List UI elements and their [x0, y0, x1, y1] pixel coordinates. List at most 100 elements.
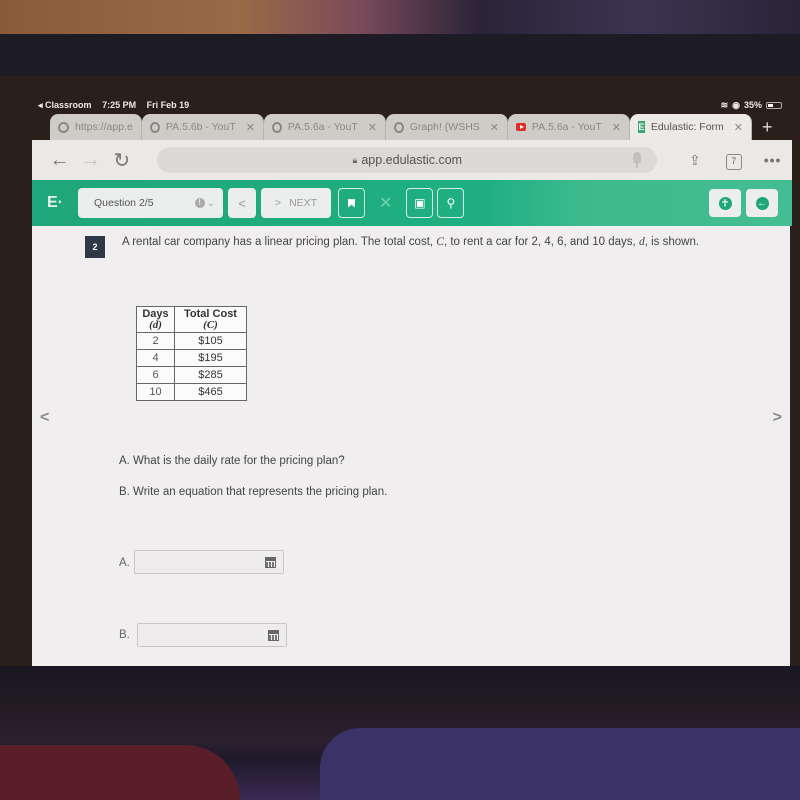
battery-percent: 35%	[743, 100, 762, 110]
tab-count-badge: 7	[725, 153, 742, 170]
assessment-header: E· Question 2/5 ! ⌄ < > NEXT ✕ ▣ ⚲ ☥ ←	[32, 180, 792, 226]
cost-cell: $465	[174, 383, 247, 401]
close-tab-icon[interactable]: ✕	[368, 121, 377, 134]
more-menu-icon[interactable]: •••	[753, 152, 792, 168]
globe-icon	[272, 121, 282, 133]
chevron-right-icon: >	[274, 197, 282, 209]
question-content-area: < > 2 A rental car company has a linear …	[32, 226, 790, 666]
status-time: 7:25 PM	[102, 99, 137, 110]
accessibility-icon: ☥	[718, 196, 732, 210]
next-page-arrow-icon[interactable]: >	[773, 409, 782, 427]
info-icon: !	[194, 198, 205, 208]
globe-icon	[394, 121, 404, 133]
browser-tab[interactable]: PA.5.6a - YouT ✕	[508, 114, 630, 140]
wifi-icon: ≋	[720, 99, 729, 110]
reload-icon[interactable]: ↻	[106, 148, 137, 173]
chevron-down-icon: ⌄	[206, 197, 215, 209]
forward-arrow-icon[interactable]: →	[75, 149, 106, 172]
device-bezel-top	[0, 34, 800, 78]
column-header-total-cost: Total Cost (C)	[174, 306, 247, 333]
browser-tab-active[interactable]: E Edulastic: Form ✕	[630, 114, 752, 140]
browser-tab[interactable]: PA.5.6b - YouT ✕	[142, 114, 264, 140]
back-to-app-link[interactable]: ◂ Classroom	[38, 100, 92, 110]
part-b-prompt: B. Write an equation that represents the…	[119, 486, 388, 498]
question-stem: A rental car company has a linear pricin…	[122, 236, 700, 248]
cost-cell: $105	[174, 332, 247, 350]
browser-tab[interactable]: PA.5.6a - YouT ✕	[264, 114, 386, 140]
magnifier-button[interactable]: ⚲	[437, 188, 465, 218]
tab-title: https://app.e	[75, 121, 133, 133]
new-tab-button[interactable]: +	[752, 114, 783, 140]
tab-title: Edulastic: Form	[650, 121, 724, 133]
ios-status-bar: ◂ Classroom 7:25 PM Fri Feb 19 ≋ ◉ 35%	[30, 96, 790, 114]
close-tab-icon[interactable]: ✕	[734, 121, 743, 134]
microphone-icon[interactable]	[633, 152, 642, 168]
answer-a-label: A.	[119, 557, 130, 569]
share-icon[interactable]: ⇪	[675, 152, 714, 169]
browser-tab[interactable]: https://app.e	[50, 114, 142, 140]
edulastic-logo: E·	[47, 194, 63, 211]
bookmark-button[interactable]	[338, 188, 365, 218]
tab-title: Graph! (WSHS	[409, 121, 480, 133]
exit-arrow-icon: ←	[755, 196, 769, 210]
calculator-icon[interactable]	[265, 557, 276, 568]
photo-background-bottom-left	[0, 745, 240, 800]
answer-a-input[interactable]	[134, 550, 284, 574]
previous-page-arrow-icon[interactable]: <	[40, 409, 49, 427]
photo-background-bottom-right	[320, 728, 800, 800]
question-selector-dropdown[interactable]: Question 2/5 ! ⌄	[78, 188, 223, 218]
calendar-scratchpad-icon: ▣	[414, 196, 426, 210]
lock-icon: 🔒︎	[352, 154, 358, 165]
tab-title: PA.5.6b - YouT	[165, 121, 236, 133]
browser-toolbar: ← → ↻ 🔒︎ app.edulastic.com ⇪ 7 •••	[32, 140, 792, 180]
column-header-days: Days (d)	[136, 306, 175, 333]
table-row: 4 $195	[136, 349, 247, 367]
table-row: 2 $105	[136, 332, 247, 350]
status-date: Fri Feb 19	[146, 99, 190, 110]
days-cell: 6	[136, 366, 175, 384]
photo-background-top	[0, 0, 800, 36]
tab-title: PA.5.6a - YouT	[531, 121, 602, 133]
edulastic-favicon-icon: E	[638, 121, 645, 133]
url-text: app.edulastic.com	[361, 153, 463, 167]
crossout-tool-icon[interactable]: ✕	[379, 193, 392, 213]
tab-title: PA.5.6a - YouT	[287, 121, 358, 133]
browser-tab-strip: https://app.e PA.5.6b - YouT ✕ PA.5.6a -…	[50, 114, 790, 140]
search-icon: ⚲	[446, 196, 456, 210]
exit-button[interactable]: ←	[746, 189, 778, 217]
close-tab-icon[interactable]: ✕	[490, 121, 499, 134]
battery-icon	[766, 101, 782, 109]
days-cell: 4	[136, 349, 175, 367]
youtube-icon	[516, 123, 526, 131]
bookmark-icon	[348, 198, 355, 208]
previous-question-button[interactable]: <	[228, 188, 256, 218]
question-number-badge: 2	[85, 236, 105, 258]
var-c: C	[436, 236, 444, 248]
calculator-icon[interactable]	[268, 630, 279, 641]
table-row: 6 $285	[136, 366, 247, 384]
globe-icon	[150, 121, 160, 133]
question-selector-label: Question 2/5	[94, 197, 154, 209]
close-tab-icon[interactable]: ✕	[246, 121, 255, 134]
table-header-row: Days (d) Total Cost (C)	[136, 306, 247, 333]
back-arrow-icon[interactable]: ←	[44, 149, 75, 172]
address-bar[interactable]: 🔒︎ app.edulastic.com	[157, 147, 658, 173]
days-cell: 10	[136, 383, 175, 401]
cost-cell: $195	[174, 349, 247, 367]
cost-cell: $285	[174, 366, 247, 384]
next-label: NEXT	[289, 197, 318, 209]
next-question-button[interactable]: > NEXT	[261, 188, 331, 218]
answer-b-input[interactable]	[137, 623, 287, 647]
tabs-overview-button[interactable]: 7	[714, 151, 753, 170]
browser-tab[interactable]: Graph! (WSHS ✕	[386, 114, 508, 140]
days-cell: 2	[136, 332, 175, 350]
pricing-table: Days (d) Total Cost (C) 2 $105 4 $195 6 …	[136, 306, 247, 401]
accessibility-button[interactable]: ☥	[709, 189, 741, 217]
part-a-prompt: A. What is the daily rate for the pricin…	[119, 455, 345, 467]
scratchpad-button[interactable]: ▣	[406, 188, 434, 218]
orientation-lock-icon: ◉	[732, 99, 740, 110]
globe-icon	[58, 121, 69, 133]
answer-b-label: B.	[119, 629, 130, 641]
close-tab-icon[interactable]: ✕	[612, 121, 621, 134]
table-row: 10 $465	[136, 383, 247, 401]
